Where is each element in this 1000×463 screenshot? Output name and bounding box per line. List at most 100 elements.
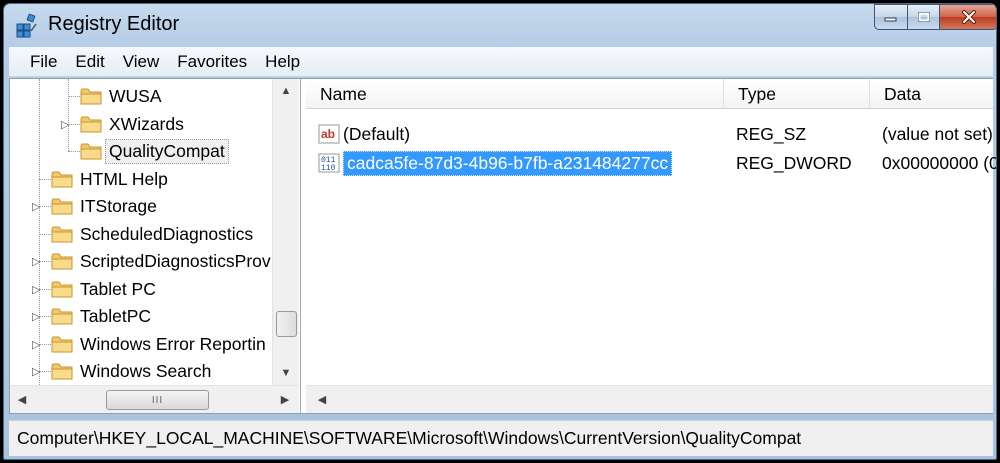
minimize-button[interactable]	[874, 4, 908, 30]
list-header: Name Type Data	[306, 79, 993, 109]
folder-icon	[80, 116, 102, 132]
folder-icon	[51, 363, 73, 380]
column-header-name[interactable]: Name	[306, 79, 724, 109]
tree-item-label: TabletPC	[80, 306, 152, 326]
thumb-grip: III	[151, 394, 164, 406]
tree-guide-line	[39, 261, 51, 262]
folder-icon	[51, 198, 73, 215]
folder-icon	[51, 253, 73, 270]
expand-arrow-icon[interactable]: ▷	[32, 283, 40, 296]
menu-edit[interactable]: Edit	[66, 52, 113, 72]
key-tree-pane: WUSA ▷ XWizards QualityCompat HTML Help ▷ ITSt…	[10, 79, 301, 413]
tree-item[interactable]: ScheduledDiagnostics	[51, 221, 257, 248]
tree-item[interactable]: ITStorage	[51, 193, 161, 220]
value-row[interactable]: ab (Default) REG_SZ (value not set)	[306, 120, 993, 148]
tree-item-label: WUSA	[109, 86, 162, 106]
tree-guide-line	[39, 178, 51, 180]
maximize-icon	[917, 12, 930, 22]
tree-item[interactable]: XWizards	[80, 111, 188, 138]
value-name: (Default)	[343, 123, 411, 144]
tree-item[interactable]: QualityCompat	[80, 138, 229, 165]
tree-item[interactable]: Tablet PC	[51, 276, 160, 303]
value-row-selected[interactable]: 011 110 cadca5fe-87d3-4b96-b7fb-a2314842…	[306, 149, 996, 177]
value-type: REG_SZ	[736, 123, 807, 144]
maximize-button[interactable]	[908, 4, 940, 30]
scroll-left-arrow-icon[interactable]: ◀	[310, 386, 334, 413]
expand-arrow-icon[interactable]: ▷	[32, 200, 40, 213]
tree-guide-line	[39, 288, 51, 290]
value-data: 0x00000000 (0)	[882, 152, 997, 173]
tree-vertical-scrollbar[interactable]: ▲ ▼	[272, 79, 299, 385]
status-bar: Computer\HKEY_LOCAL_MACHINE\SOFTWARE\Mic…	[9, 420, 993, 456]
tree-item-label: QualityCompat	[105, 139, 229, 164]
tree-guide-line	[68, 79, 69, 151]
tree-guide-line	[68, 151, 80, 152]
tree-guide-line	[39, 233, 51, 235]
expand-arrow-icon[interactable]: ▷	[32, 310, 40, 323]
close-icon	[961, 10, 976, 24]
tree-vscroll-thumb[interactable]	[276, 311, 297, 337]
svg-text:ab: ab	[321, 127, 335, 141]
tree-item-label: HTML Help	[80, 168, 168, 189]
tree-item[interactable]: WUSA	[80, 83, 166, 110]
caption-buttons	[874, 4, 996, 30]
menu-bar: File Edit View Favorites Help	[9, 47, 993, 77]
value-name[interactable]: cadca5fe-87d3-4b96-b7fb-a231484277cc	[343, 150, 673, 176]
folder-icon	[51, 171, 73, 187]
key-tree[interactable]: WUSA ▷ XWizards QualityCompat HTML Help ▷ ITSt…	[10, 79, 272, 385]
tree-item-label: XWizards	[109, 113, 184, 134]
window-title: Registry Editor	[48, 13, 180, 35]
expand-arrow-icon[interactable]: ▷	[32, 365, 40, 378]
menu-favorites[interactable]: Favorites	[168, 52, 256, 72]
tree-item-label: ScriptedDiagnosticsProv	[80, 251, 271, 271]
tree-guide-line	[39, 206, 51, 207]
binary-value-icon: 011 110	[318, 153, 340, 173]
tree-guide-line	[39, 316, 51, 317]
tree-item-label: ScheduledDiagnostics	[80, 223, 254, 244]
scroll-right-arrow-icon[interactable]: ▶	[273, 386, 297, 413]
expand-arrow-icon[interactable]: ▷	[61, 118, 69, 131]
column-header-type-label: Type	[738, 83, 776, 104]
column-header-type[interactable]: Type	[724, 79, 870, 109]
tree-item-label: ITStorage	[80, 196, 157, 216]
menu-help[interactable]: Help	[256, 52, 309, 72]
tree-item[interactable]: HTML Help	[51, 166, 172, 193]
registry-editor-window: Registry Editor File Edit View Favorites…	[3, 3, 997, 460]
folder-icon	[51, 226, 73, 242]
tree-item[interactable]: Windows Error Reportin	[51, 331, 270, 358]
values-list-pane: Name Type Data ab (Default) REG_SZ (valu…	[306, 79, 996, 413]
close-button[interactable]	[940, 4, 996, 30]
client-area: WUSA ▷ XWizards QualityCompat HTML Help ▷ ITSt…	[9, 78, 996, 414]
folder-icon	[80, 143, 102, 160]
scroll-down-arrow-icon[interactable]: ▼	[273, 361, 299, 385]
tree-item-label: Tablet PC	[80, 278, 156, 299]
menu-file[interactable]: File	[21, 52, 66, 72]
string-value-icon: ab	[318, 124, 340, 144]
tree-hscroll-thumb[interactable]: III	[106, 390, 209, 410]
column-header-data[interactable]: Data	[870, 79, 993, 109]
list-horizontal-scrollbar[interactable]: ◀	[306, 385, 993, 413]
tree-item[interactable]: Windows Search	[51, 358, 215, 385]
expand-arrow-icon[interactable]: ▷	[32, 255, 40, 268]
folder-icon	[51, 308, 73, 325]
tree-item-label: Windows Error Reportin	[80, 333, 266, 354]
tree-guide-line	[39, 371, 51, 372]
tree-item-label: Windows Search	[80, 361, 212, 381]
tree-item[interactable]: TabletPC	[51, 303, 155, 330]
tree-guide-line	[68, 96, 80, 97]
tree-item[interactable]: ScriptedDiagnosticsProv	[51, 248, 272, 275]
scroll-up-arrow-icon[interactable]: ▲	[273, 79, 299, 103]
expand-arrow-icon[interactable]: ▷	[32, 338, 40, 351]
tree-horizontal-scrollbar[interactable]: ◀ III ▶	[10, 385, 299, 413]
scroll-left-arrow-icon[interactable]: ◀	[10, 386, 34, 413]
minimize-icon	[884, 17, 897, 22]
title-bar[interactable]: Registry Editor	[4, 4, 996, 46]
folder-icon	[51, 281, 73, 297]
tree-guide-line	[39, 343, 51, 345]
tree-guide-line	[68, 123, 80, 125]
folder-icon	[51, 336, 73, 352]
folder-icon	[80, 88, 102, 105]
status-path: Computer\HKEY_LOCAL_MACHINE\SOFTWARE\Mic…	[17, 428, 802, 448]
menu-view[interactable]: View	[114, 52, 169, 72]
column-header-name-label: Name	[320, 83, 367, 104]
